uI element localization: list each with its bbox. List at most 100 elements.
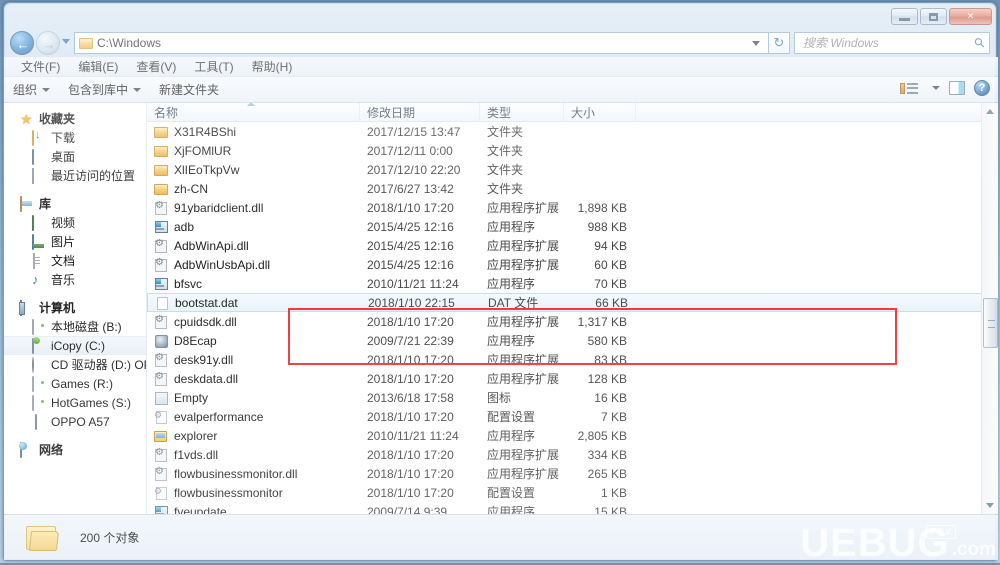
cell-date-modified: 2018/1/10 17:20 <box>360 353 480 367</box>
table-row[interactable]: desk91y.dll2018/1/10 17:20应用程序扩展83 KB <box>147 350 998 369</box>
dll-file-icon <box>154 239 168 253</box>
menu-item-view[interactable]: 查看(V) <box>127 56 185 77</box>
sidebar-item-videos[interactable]: 视频 <box>4 213 146 232</box>
cell-type: 应用程序扩展 <box>480 446 564 463</box>
search-box[interactable]: ⚲ <box>794 32 990 54</box>
menu-item-file[interactable]: 文件(F) <box>12 56 69 77</box>
sidebar-item-libraries[interactable]: 库 <box>4 194 146 213</box>
table-row[interactable]: flowbusinessmonitor2018/1/10 17:20配置设置1 … <box>147 483 998 502</box>
chevron-down-icon[interactable] <box>752 41 760 46</box>
table-row[interactable]: explorer2010/11/21 11:24应用程序2,805 KB <box>147 426 998 445</box>
table-row[interactable]: D8Ecap2009/7/21 22:39应用程序580 KB <box>147 331 998 350</box>
scrollbar-thumb[interactable] <box>983 298 998 348</box>
column-header-name[interactable]: 名称 <box>147 103 360 121</box>
cell-size: 7 KB <box>564 410 636 424</box>
sidebar-item-drive-c[interactable]: iCopy (C:) <box>4 336 146 355</box>
sidebar-item-oppo-a57[interactable]: OPPO A57 <box>4 412 146 431</box>
column-header-size[interactable]: 大小 <box>564 103 636 121</box>
content-area: ★ 收藏夹 下载 桌面 最近访问的位置 <box>4 103 998 514</box>
menu-item-tools[interactable]: 工具(T) <box>185 56 242 77</box>
recent-places-icon <box>32 169 46 183</box>
sidebar-item-drive-r[interactable]: Games (R:) <box>4 374 146 393</box>
sidebar-item-downloads[interactable]: 下载 <box>4 128 146 147</box>
table-row[interactable]: fveupdate2009/7/14 9:39应用程序15 KB <box>147 502 998 514</box>
cell-date-modified: 2018/1/10 17:20 <box>360 486 480 500</box>
column-headers: 名称 修改日期 类型 大小 <box>147 103 998 122</box>
sidebar-item-network[interactable]: 网络 <box>4 440 146 459</box>
table-row[interactable]: f1vds.dll2018/1/10 17:20应用程序扩展334 KB <box>147 445 998 464</box>
cell-name: zh-CN <box>147 182 360 196</box>
file-list-pane[interactable]: 名称 修改日期 类型 大小 X31R4BShi2017/12/15 13:47文… <box>147 103 998 514</box>
file-name: fveupdate <box>174 505 227 515</box>
file-name: explorer <box>174 429 217 443</box>
cell-type: 应用程序扩展 <box>480 351 564 368</box>
back-button[interactable]: ← <box>10 31 34 55</box>
refresh-button[interactable]: ↻ <box>768 32 790 54</box>
preview-pane-icon[interactable] <box>949 81 965 95</box>
table-row[interactable]: bfsvc2010/11/21 11:24应用程序70 KB <box>147 274 998 293</box>
chevron-down-icon[interactable] <box>932 86 940 90</box>
cell-type: 应用程序扩展 <box>480 370 564 387</box>
table-row[interactable]: deskdata.dll2018/1/10 17:20应用程序扩展128 KB <box>147 369 998 388</box>
table-row[interactable]: cpuidsdk.dll2018/1/10 17:20应用程序扩展1,317 K… <box>147 312 998 331</box>
address-input[interactable]: C:\Windows <box>74 32 768 54</box>
cell-type: 应用程序扩展 <box>480 313 564 330</box>
sidebar-label: CD 驱动器 (D:) OPP <box>51 356 147 373</box>
table-row[interactable]: adb2015/4/25 12:16应用程序988 KB <box>147 217 998 236</box>
column-header-type[interactable]: 类型 <box>480 103 564 121</box>
computer-icon <box>20 301 34 315</box>
table-row[interactable]: AdbWinApi.dll2015/4/25 12:16应用程序扩展94 KB <box>147 236 998 255</box>
organize-button[interactable]: 组织 <box>4 78 59 101</box>
pictures-icon <box>32 235 46 249</box>
vertical-scrollbar[interactable] <box>981 103 998 514</box>
menu-item-help[interactable]: 帮助(H) <box>243 56 302 77</box>
table-row[interactable]: X31R4BShi2017/12/15 13:47文件夹 <box>147 122 998 141</box>
scroll-down-button[interactable] <box>982 497 998 514</box>
help-icon[interactable]: ? <box>974 80 990 96</box>
cell-size: 2,805 KB <box>564 429 636 443</box>
sidebar-item-computer[interactable]: 计算机 <box>4 298 146 317</box>
sidebar-label: HotGames (S:) <box>51 396 131 410</box>
cell-type: 应用程序扩展 <box>480 199 564 216</box>
include-in-library-button[interactable]: 包含到库中 <box>59 78 150 101</box>
sidebar-item-desktop[interactable]: 桌面 <box>4 147 146 166</box>
sidebar-item-music[interactable]: ♪ 音乐 <box>4 270 146 289</box>
cell-type: 应用程序 <box>480 275 564 292</box>
sidebar-item-cd-drive-d[interactable]: CD 驱动器 (D:) OPP <box>4 355 146 374</box>
navigation-pane[interactable]: ★ 收藏夹 下载 桌面 最近访问的位置 <box>4 103 147 514</box>
minimize-button[interactable] <box>891 8 918 25</box>
table-row[interactable]: evalperformance2018/1/10 17:20配置设置7 KB <box>147 407 998 426</box>
recent-pages-dropdown-icon[interactable] <box>62 39 70 44</box>
forward-button[interactable]: → <box>36 31 60 55</box>
sidebar-item-recent-places[interactable]: 最近访问的位置 <box>4 166 146 185</box>
sidebar-item-pictures[interactable]: 图片 <box>4 232 146 251</box>
file-name: bootstat.dat <box>175 296 238 310</box>
cd-drive-icon <box>32 358 46 372</box>
scroll-up-button[interactable] <box>982 103 998 120</box>
app-file-icon <box>154 334 168 348</box>
folder-icon <box>154 144 168 158</box>
menu-item-edit[interactable]: 编辑(E) <box>69 56 127 77</box>
maximize-button[interactable] <box>920 8 947 25</box>
close-button[interactable]: ✕ <box>949 8 992 25</box>
table-row[interactable]: 91ybaridclient.dll2018/1/10 17:20应用程序扩展1… <box>147 198 998 217</box>
sidebar-item-documents[interactable]: 文档 <box>4 251 146 270</box>
new-folder-button[interactable]: 新建文件夹 <box>150 78 228 101</box>
cell-size: 94 KB <box>564 239 636 253</box>
network-icon <box>20 443 34 457</box>
search-input[interactable] <box>801 35 975 51</box>
column-header-date-modified[interactable]: 修改日期 <box>360 103 480 121</box>
sidebar-label: 计算机 <box>39 299 75 316</box>
table-row[interactable]: Empty2013/6/18 17:58图标16 KB <box>147 388 998 407</box>
table-row[interactable]: zh-CN2017/6/27 13:42文件夹 <box>147 179 998 198</box>
table-row[interactable]: AdbWinUsbApi.dll2015/4/25 12:16应用程序扩展60 … <box>147 255 998 274</box>
sidebar-item-drive-s[interactable]: HotGames (S:) <box>4 393 146 412</box>
column-label: 修改日期 <box>367 104 415 121</box>
table-row[interactable]: XjFOMlUR2017/12/11 0:00文件夹 <box>147 141 998 160</box>
sidebar-item-drive-b[interactable]: 本地磁盘 (B:) <box>4 317 146 336</box>
table-row[interactable]: XlIEoTkpVw2017/12/10 22:20文件夹 <box>147 160 998 179</box>
table-row[interactable]: bootstat.dat2018/1/10 22:15DAT 文件66 KB <box>147 293 998 312</box>
view-layout-icon[interactable] <box>900 83 918 94</box>
sidebar-item-favorites[interactable]: ★ 收藏夹 <box>4 109 146 128</box>
table-row[interactable]: flowbusinessmonitor.dll2018/1/10 17:20应用… <box>147 464 998 483</box>
